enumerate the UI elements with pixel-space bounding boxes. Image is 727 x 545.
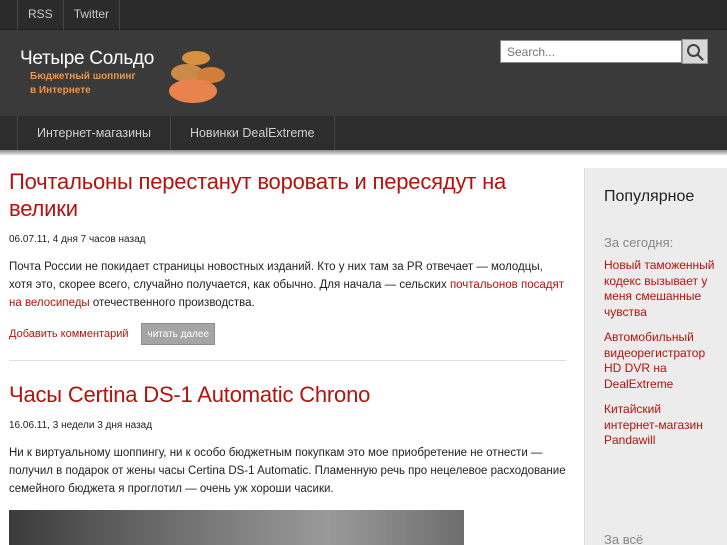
post-body-text-end: отечественного производства.	[89, 297, 255, 309]
top-bar: RSS Twitter	[0, 0, 727, 30]
post-title[interactable]: Часы Certina DS-1 Automatic Chrono	[9, 381, 566, 408]
post-divider	[9, 360, 566, 361]
post-body: Почта России не покидает страницы новост…	[9, 258, 566, 312]
post-actions: Добавить комментарий читать далее	[9, 323, 566, 345]
post-title[interactable]: Почтальоны перестанут воровать и пересяд…	[9, 168, 566, 222]
post-body: Ни к виртуальному шоппингу, ни к особо б…	[9, 447, 566, 495]
popular-item[interactable]: Китайский интернет-магазин Pandawill	[604, 402, 716, 449]
search-button[interactable]	[682, 39, 708, 64]
popular-item[interactable]: Автомобильный видеорегистратор HD DVR на…	[604, 330, 716, 392]
popular-item[interactable]: Новый таможенный кодекс вызывает у меня …	[604, 258, 716, 320]
tagline-line-1: Бюджетный шоппинг	[30, 71, 136, 82]
read-more-button[interactable]: читать далее	[141, 323, 216, 345]
main-content: Почтальоны перестанут воровать и пересяд…	[9, 168, 566, 545]
nav-item-shops[interactable]: Интернет-магазины	[17, 116, 170, 150]
main-nav: Интернет-магазины Новинки DealExtreme	[0, 116, 727, 150]
tagline-line-2: в Интернете	[30, 85, 91, 96]
add-comment-link[interactable]: Добавить комментарий	[9, 328, 128, 340]
post: Почтальоны перестанут воровать и пересяд…	[9, 168, 566, 345]
twitter-link[interactable]: Twitter	[62, 0, 121, 30]
top-nav: RSS Twitter	[17, 0, 121, 30]
post: Часы Certina DS-1 Automatic Chrono 16.06…	[9, 381, 566, 545]
site-tagline: Бюджетный шоппинг в Интернете	[30, 70, 180, 98]
main-nav-items: Интернет-магазины Новинки DealExtreme	[17, 116, 335, 150]
post-meta: 16.06.11, 3 недели 3 дня назад	[9, 420, 153, 431]
nav-shadow	[0, 150, 727, 155]
post-image[interactable]	[9, 510, 464, 545]
post-meta: 06.07.11, 4 дня 7 часов назад	[9, 234, 146, 245]
site-header: Четыре Сольдо Бюджетный шоппинг в Интерн…	[0, 30, 727, 116]
search-icon	[687, 43, 704, 61]
search-input[interactable]	[500, 40, 682, 63]
rss-link[interactable]: RSS	[17, 0, 63, 30]
sidebar-subtitle: За сегодня:	[604, 235, 674, 250]
popular-list: Новый таможенный кодекс вызывает у меня …	[604, 258, 716, 459]
site-title[interactable]: Четыре Сольдо	[20, 48, 154, 70]
sidebar: Популярное За сегодня: Новый таможенный …	[584, 168, 727, 545]
sidebar-title: Популярное	[604, 188, 695, 205]
coins-logo-icon	[169, 51, 225, 103]
sidebar-all-time-heading: За всё	[604, 532, 644, 545]
nav-item-dealextreme[interactable]: Новинки DealExtreme	[169, 116, 335, 150]
